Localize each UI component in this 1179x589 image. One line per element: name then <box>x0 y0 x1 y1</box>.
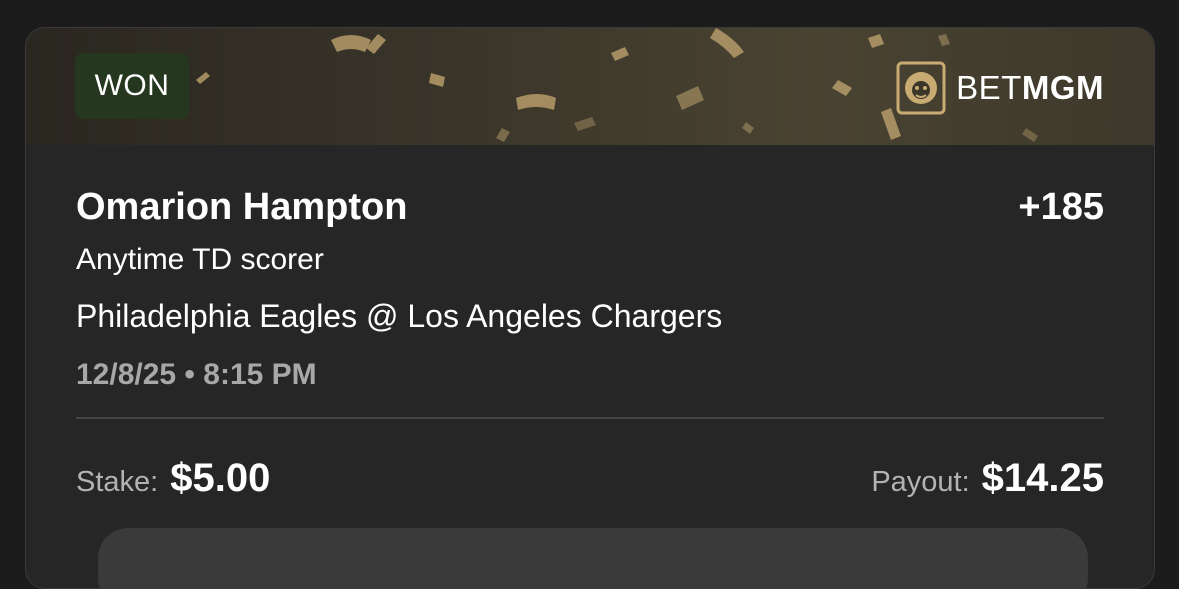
celebration-banner: WON BETMGM <box>26 28 1154 145</box>
lion-logo-icon <box>896 61 946 115</box>
bet-card[interactable]: WON BETMGM Omarion Hampton +185 Anytime … <box>25 27 1155 589</box>
game-matchup: Philadelphia Eagles @ Los Angeles Charge… <box>76 298 723 334</box>
stake-label: Stake: <box>76 466 159 498</box>
payout-amount: $14.25 <box>981 456 1104 500</box>
stake-summary: Stake: $5.00 <box>76 456 270 501</box>
player-name: Omarion Hampton <box>76 186 408 228</box>
brand-name: BETMGM <box>956 69 1104 106</box>
brand-logo: BETMGM <box>896 61 1104 115</box>
divider <box>76 417 1104 419</box>
payout-summary: Payout: $14.25 <box>871 456 1104 501</box>
action-button[interactable] <box>98 528 1088 588</box>
game-datetime: 12/8/25 • 8:15 PM <box>76 358 317 391</box>
bet-market: Anytime TD scorer <box>76 243 324 276</box>
bet-odds: +185 <box>1018 186 1104 228</box>
status-badge: WON <box>75 53 189 119</box>
stake-amount: $5.00 <box>170 456 271 500</box>
payout-label: Payout: <box>871 466 970 498</box>
